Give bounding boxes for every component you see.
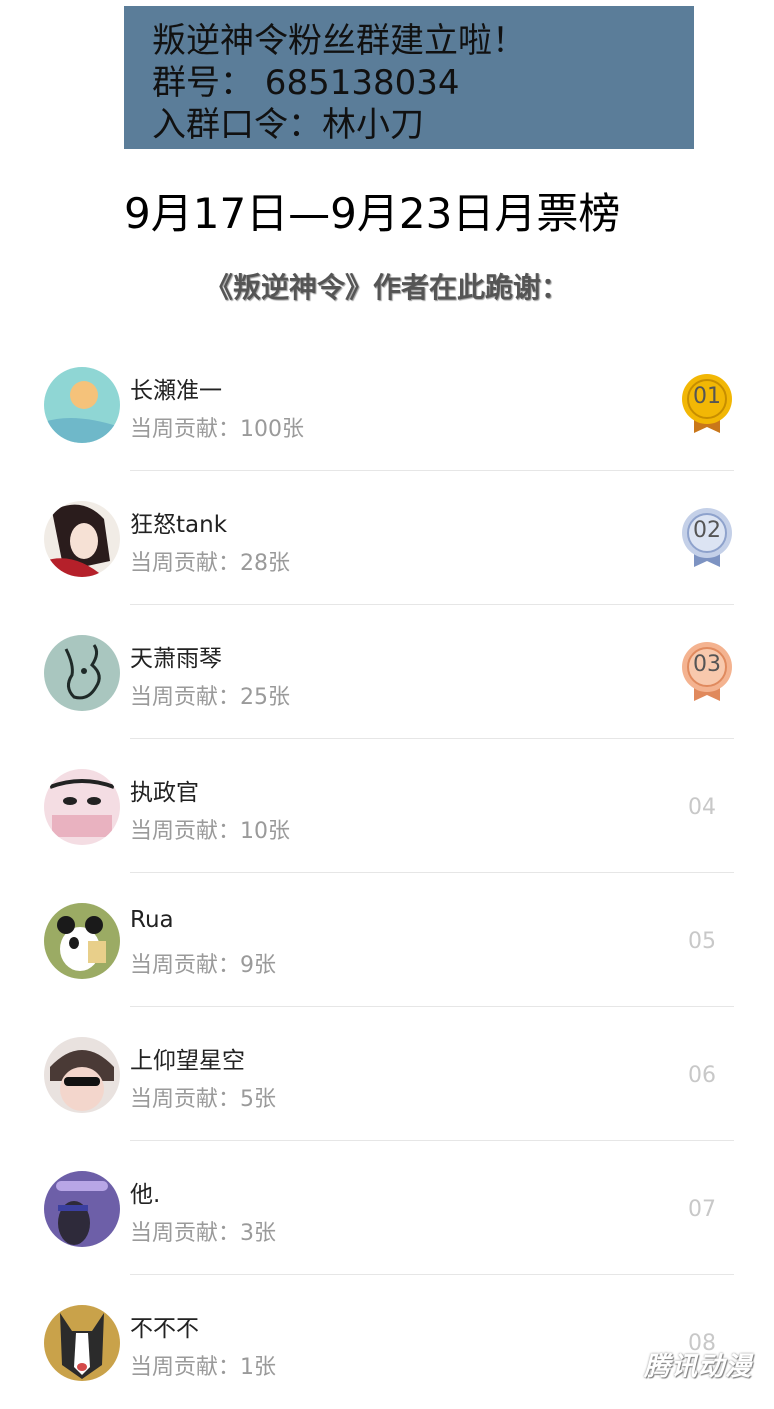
avatar[interactable] xyxy=(44,501,120,577)
list-item[interactable]: 天萧雨琴 当周贡献：25张 03 xyxy=(0,605,774,739)
list-item[interactable]: 长瀬准一 当周贡献：100张 01 xyxy=(0,337,774,471)
avatar[interactable] xyxy=(44,367,120,443)
gold-medal-icon: 01 xyxy=(680,373,734,435)
avatar[interactable] xyxy=(44,1037,120,1113)
user-name: 他. xyxy=(130,1182,161,1208)
page-title: 9月17日—9月23日月票榜 xyxy=(124,189,621,238)
banner-group-password: 入群口令：林小刀 xyxy=(152,105,424,145)
rank-number: 01 xyxy=(693,384,721,409)
avatar[interactable] xyxy=(44,1305,120,1381)
user-name: 上仰望星空 xyxy=(130,1048,245,1074)
avatar[interactable] xyxy=(44,769,120,845)
rank-number: 03 xyxy=(693,652,721,677)
user-name: 天萧雨琴 xyxy=(130,646,222,672)
rank-number: 07 xyxy=(688,1197,716,1222)
list-item[interactable]: Rua 当周贡献：9张 05 xyxy=(0,873,774,1007)
weekly-contribution: 当周贡献：9张 xyxy=(130,953,276,978)
author-thanks: 《叛逆神令》作者在此跪谢： xyxy=(204,271,569,304)
user-name: 不不不 xyxy=(130,1316,199,1342)
banner-group-number: 群号： 685138034 xyxy=(152,63,460,103)
avatar[interactable] xyxy=(44,1171,120,1247)
watermark-logo: 腾讯动漫 xyxy=(643,1352,752,1382)
user-name: Rua xyxy=(130,907,174,933)
avatar[interactable] xyxy=(44,903,120,979)
weekly-contribution: 当周贡献：3张 xyxy=(130,1221,276,1246)
bronze-medal-icon: 03 xyxy=(680,641,734,703)
weekly-contribution: 当周贡献：1张 xyxy=(130,1355,276,1380)
banner-line-1: 叛逆神令粉丝群建立啦！ xyxy=(152,21,526,61)
list-item[interactable]: 他. 当周贡献：3张 07 xyxy=(0,1141,774,1275)
rank-number: 05 xyxy=(688,929,716,954)
user-name: 长瀬准一 xyxy=(130,378,222,404)
rank-number: 04 xyxy=(688,795,716,820)
ranking-list: 长瀬准一 当周贡献：100张 01 狂怒tank 当周贡献：28张 02 天萧雨… xyxy=(0,337,774,1409)
silver-medal-icon: 02 xyxy=(680,507,734,569)
list-item[interactable]: 不不不 当周贡献：1张 08 xyxy=(0,1275,774,1409)
list-item[interactable]: 上仰望星空 当周贡献：5张 06 xyxy=(0,1007,774,1141)
weekly-contribution: 当周贡献：10张 xyxy=(130,819,290,844)
rank-number: 06 xyxy=(688,1063,716,1088)
user-name: 执政官 xyxy=(130,780,199,806)
weekly-contribution: 当周贡献：100张 xyxy=(130,417,304,442)
weekly-contribution: 当周贡献：28张 xyxy=(130,551,290,576)
list-item[interactable]: 执政官 当周贡献：10张 04 xyxy=(0,739,774,873)
weekly-contribution: 当周贡献：25张 xyxy=(130,685,290,710)
avatar[interactable] xyxy=(44,635,120,711)
rank-number: 02 xyxy=(693,518,721,543)
fan-group-banner: 叛逆神令粉丝群建立啦！ 群号： 685138034 入群口令：林小刀 xyxy=(124,6,694,149)
user-name: 狂怒tank xyxy=(130,512,228,538)
list-item[interactable]: 狂怒tank 当周贡献：28张 02 xyxy=(0,471,774,605)
weekly-contribution: 当周贡献：5张 xyxy=(130,1087,276,1112)
